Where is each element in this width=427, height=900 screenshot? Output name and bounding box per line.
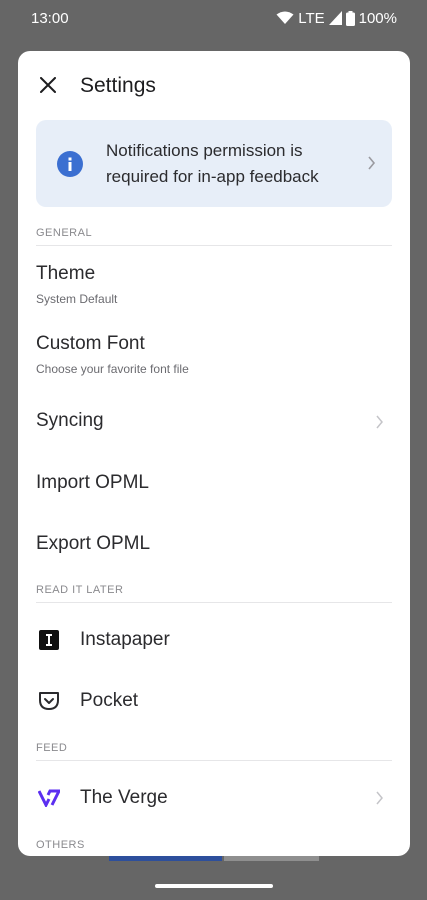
import-opml-title: Import OPML bbox=[36, 472, 149, 493]
section-feed: FEED bbox=[36, 742, 392, 761]
section-read-it-later: READ IT LATER bbox=[36, 584, 392, 603]
theme-title: Theme bbox=[36, 263, 96, 284]
network-type: LTE bbox=[298, 9, 325, 27]
info-icon bbox=[57, 151, 83, 177]
wifi-icon bbox=[276, 11, 294, 25]
instapaper-title: Instapaper bbox=[80, 629, 170, 650]
the-verge-feed[interactable]: The Verge bbox=[18, 767, 410, 827]
instapaper-icon bbox=[38, 629, 60, 651]
close-button[interactable] bbox=[36, 75, 60, 99]
verge-logo-icon bbox=[38, 787, 60, 809]
export-opml-title: Export OPML bbox=[36, 533, 151, 554]
battery-percent: 100% bbox=[358, 9, 397, 27]
status-time: 13:00 bbox=[31, 9, 69, 27]
home-indicator[interactable] bbox=[155, 884, 273, 888]
status-bar: 13:00 LTE 100% bbox=[0, 0, 427, 36]
chevron-right-icon bbox=[375, 415, 384, 434]
section-general: GENERAL bbox=[36, 227, 392, 246]
custom-font-description: Choose your favorite font file bbox=[36, 362, 189, 376]
page-title: Settings bbox=[80, 74, 156, 97]
custom-font-title: Custom Font bbox=[36, 333, 145, 354]
theme-value: System Default bbox=[36, 292, 118, 306]
background-bar-right bbox=[224, 856, 319, 861]
import-opml-setting[interactable]: Import OPML bbox=[18, 453, 410, 513]
the-verge-title: The Verge bbox=[80, 787, 168, 808]
custom-font-setting[interactable]: Custom Font Choose your favorite font fi… bbox=[18, 321, 410, 387]
syncing-title: Syncing bbox=[36, 410, 104, 431]
pocket-icon bbox=[38, 690, 60, 712]
banner-text: Notifications permission is required for… bbox=[106, 141, 319, 186]
instapaper-setting[interactable]: Instapaper bbox=[18, 609, 410, 669]
battery-icon bbox=[345, 10, 355, 26]
close-icon bbox=[40, 76, 56, 98]
chevron-right-icon bbox=[367, 156, 376, 175]
cell-signal-icon bbox=[328, 11, 342, 25]
theme-setting[interactable]: Theme System Default bbox=[18, 251, 410, 317]
chevron-right-icon bbox=[375, 791, 384, 810]
sheet-header: Settings bbox=[18, 51, 410, 121]
notification-permission-banner[interactable]: Notifications permission is required for… bbox=[36, 120, 392, 207]
settings-sheet: Settings Notifications permission is req… bbox=[18, 51, 410, 856]
export-opml-setting[interactable]: Export OPML bbox=[18, 514, 410, 574]
section-others: OTHERS bbox=[36, 839, 85, 851]
pocket-setting[interactable]: Pocket bbox=[18, 670, 410, 730]
pocket-title: Pocket bbox=[80, 690, 139, 711]
status-icons: LTE 100% bbox=[276, 10, 397, 27]
syncing-setting[interactable]: Syncing bbox=[18, 391, 410, 451]
background-bar-left bbox=[109, 856, 222, 861]
